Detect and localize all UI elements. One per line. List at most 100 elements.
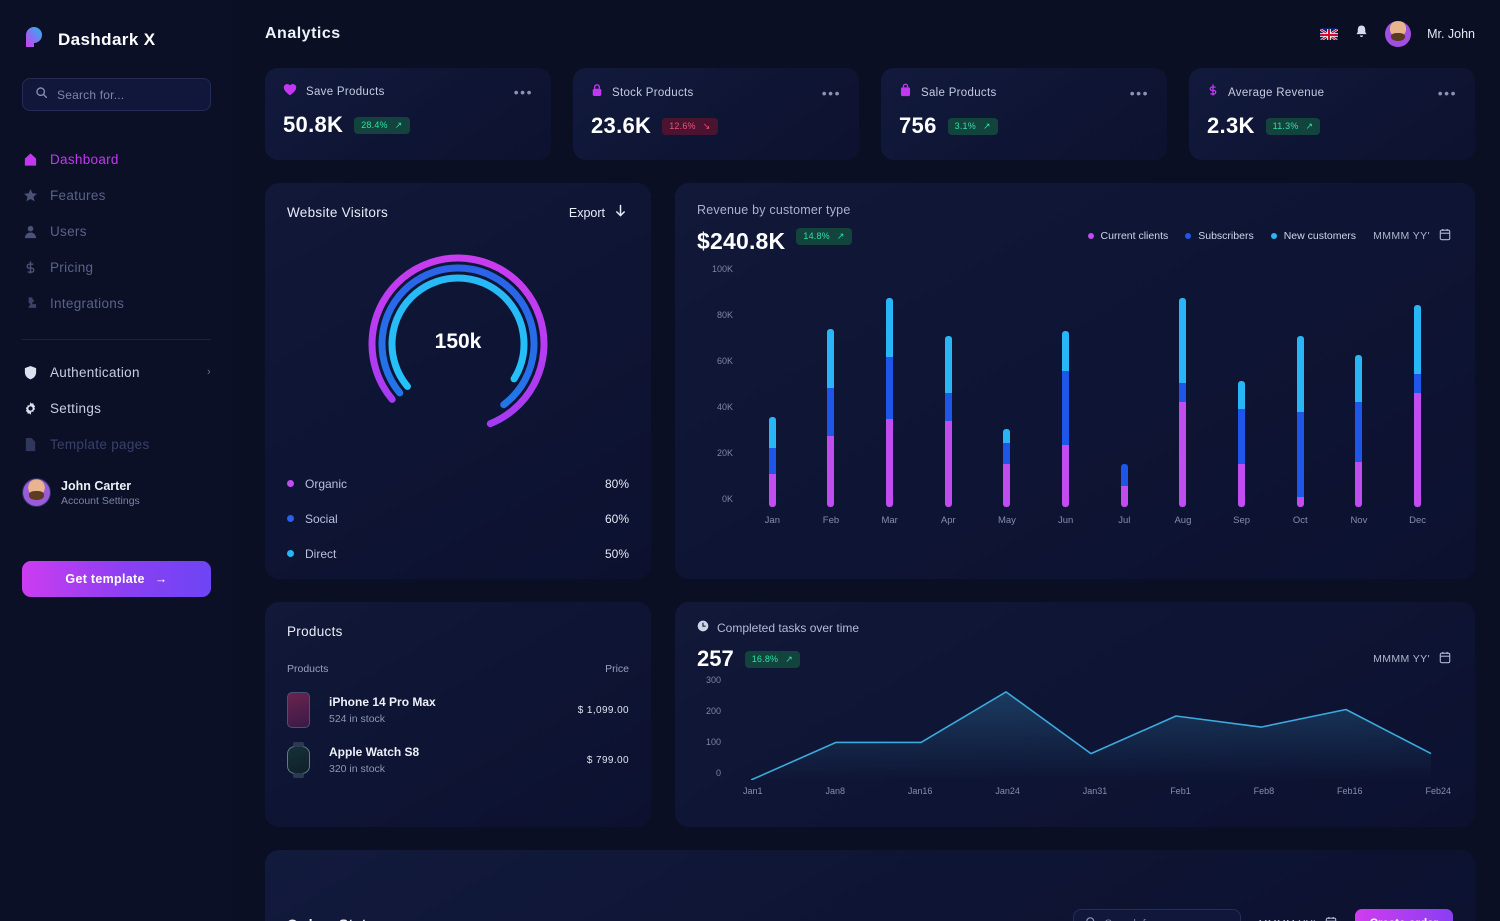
main-content: Analytics Mr. John	[233, 0, 1500, 921]
heart-icon	[283, 83, 297, 101]
status-badge: 14.8% ↗	[796, 228, 851, 245]
products-panel: Products Products Price iPhone 14 Pro Ma…	[265, 602, 651, 827]
tasks-date-picker[interactable]: MMMM YY'	[1373, 651, 1451, 667]
x-tick: Mar	[862, 515, 918, 526]
watch-thumbnail-icon	[287, 746, 310, 774]
sidebar-item-integrations[interactable]: Integrations	[22, 285, 211, 321]
bell-icon[interactable]	[1354, 24, 1369, 45]
stat-value: 756	[899, 113, 937, 139]
lock-icon	[591, 83, 603, 102]
x-tick: Feb24	[1425, 786, 1451, 796]
x-tick: Jul	[1096, 515, 1152, 526]
secondary-nav: Authentication › Settings Template pages	[22, 354, 211, 462]
x-tick: Jun	[1038, 515, 1094, 526]
brand[interactable]: Dashdark X	[22, 0, 211, 52]
bar-segment	[1414, 393, 1421, 507]
product-stock: 320 in stock	[329, 763, 419, 775]
x-tick: Jan24	[995, 786, 1020, 796]
sidebar-search[interactable]: Search for...	[22, 78, 211, 111]
sidebar-item-settings[interactable]: Settings	[22, 390, 211, 426]
bar-series	[743, 269, 1447, 507]
bar-column	[1272, 269, 1328, 507]
sidebar-item-features[interactable]: Features	[22, 177, 211, 213]
legend-label: Social	[305, 512, 338, 526]
bar-segment	[1355, 402, 1362, 462]
x-tick: Jan1	[743, 786, 763, 796]
product-name: iPhone 14 Pro Max	[329, 695, 436, 709]
stat-label: Average Revenue	[1228, 87, 1324, 99]
legend-dot	[1271, 233, 1277, 239]
panel-title: Products	[287, 624, 629, 639]
sidebar-item-users[interactable]: Users	[22, 213, 211, 249]
get-template-button[interactable]: Get template →	[22, 561, 211, 597]
status-badge: 16.8% ↗	[745, 651, 800, 668]
export-button[interactable]: Export	[569, 204, 627, 222]
puzzle-icon	[22, 295, 38, 311]
primary-nav: Dashboard Features Users	[22, 141, 211, 321]
table-row[interactable]: iPhone 14 Pro Max 524 in stock $ 1,099.0…	[287, 692, 629, 728]
table-row[interactable]: Apple Watch S8 320 in stock $ 799.00	[287, 745, 629, 775]
calendar-icon	[1325, 916, 1337, 921]
bar-segment	[1179, 402, 1186, 507]
y-tick: 80K	[717, 310, 733, 320]
stacked-bar	[1062, 331, 1069, 507]
badge-delta: 28.4%	[361, 120, 388, 130]
sidebar-item-pricing[interactable]: Pricing	[22, 249, 211, 285]
x-tick: Feb8	[1254, 786, 1275, 796]
sidebar-user[interactable]: John Carter Account Settings	[22, 478, 211, 507]
topbar: Analytics Mr. John	[265, 0, 1475, 68]
sidebar-item-authentication[interactable]: Authentication ›	[22, 354, 211, 390]
sidebar-item-dashboard[interactable]: Dashboard	[22, 141, 211, 177]
stacked-bar	[1414, 305, 1421, 507]
topbar-user-name: Mr. John	[1427, 27, 1475, 41]
revenue-amount: $240.8K	[697, 228, 785, 255]
card-menu-button[interactable]: •••	[822, 89, 841, 97]
sidebar-item-template-pages[interactable]: Template pages	[22, 426, 211, 462]
bar-column	[1390, 269, 1446, 507]
trend-up-icon: ↗	[395, 120, 403, 131]
orders-search-input[interactable]: Search for...	[1073, 909, 1241, 921]
badge-delta: 14.8%	[803, 231, 830, 241]
export-label: Export	[569, 206, 605, 220]
x-tick: May	[979, 515, 1035, 526]
card-menu-button[interactable]: •••	[514, 88, 533, 96]
stacked-bar	[1355, 355, 1362, 507]
bar-segment	[827, 388, 834, 436]
x-tick: Aug	[1155, 515, 1211, 526]
legend-item-current-clients: Current clients	[1088, 230, 1169, 242]
stat-value: 50.8K	[283, 112, 343, 138]
y-axis: 100K 80K 60K 40K 20K 0K	[697, 269, 733, 507]
orders-date-picker[interactable]: MMMM YY'	[1259, 916, 1337, 921]
calendar-icon	[1439, 228, 1451, 244]
card-menu-button[interactable]: •••	[1130, 89, 1149, 97]
search-icon	[1085, 915, 1097, 921]
stacked-bar	[1121, 464, 1128, 507]
avatar[interactable]	[1385, 21, 1411, 47]
bar-segment	[1414, 305, 1421, 374]
card-menu-button[interactable]: •••	[1438, 89, 1457, 97]
trend-down-icon: ↘	[703, 121, 711, 132]
create-order-button[interactable]: Create order	[1355, 909, 1453, 921]
trend-up-icon: ↗	[1306, 121, 1314, 132]
search-icon	[35, 86, 48, 104]
bar-segment	[769, 417, 776, 448]
legend-label: Subscribers	[1198, 230, 1253, 242]
sidebar-divider	[22, 339, 211, 340]
uk-flag-icon[interactable]	[1320, 28, 1338, 40]
revenue-header: $240.8K 14.8% ↗ Current clients Subscrib…	[697, 217, 1451, 255]
bar-column	[1155, 269, 1211, 507]
bar-segment	[769, 448, 776, 474]
bar-segment	[1297, 497, 1304, 507]
stat-label: Save Products	[306, 86, 385, 98]
legend-dot	[1185, 233, 1191, 239]
x-tick: Dec	[1390, 515, 1446, 526]
y-tick: 0	[716, 768, 721, 778]
revenue-date-picker[interactable]: MMMM YY'	[1373, 228, 1451, 244]
legend-dot	[287, 480, 294, 487]
trend-up-icon: ↗	[785, 654, 793, 665]
sidebar-user-name: John Carter	[61, 479, 140, 493]
status-badge: 3.1% ↗	[948, 118, 998, 135]
legend-label: Direct	[305, 547, 336, 561]
bar-column	[803, 269, 859, 507]
bar-column	[1331, 269, 1387, 507]
